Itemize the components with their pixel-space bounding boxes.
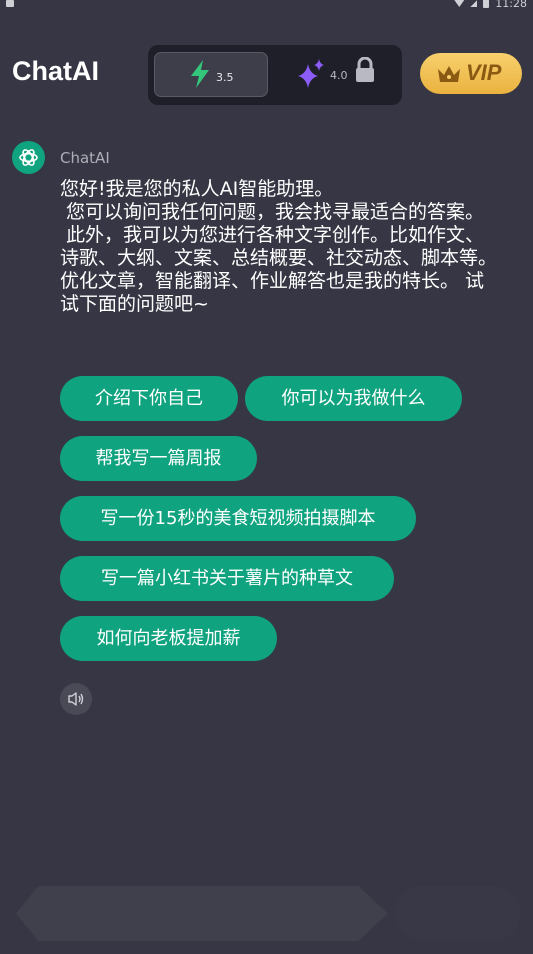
speaker-icon bbox=[68, 692, 84, 706]
send-button[interactable] bbox=[395, 886, 520, 941]
suggestion-chip[interactable]: 介绍下你自己 bbox=[60, 376, 238, 421]
model-switch: 3.5 4.0 bbox=[148, 45, 402, 105]
suggestion-chip[interactable]: 你可以为我做什么 bbox=[245, 376, 462, 421]
message-input[interactable] bbox=[16, 886, 388, 941]
lightning-icon bbox=[191, 60, 209, 88]
sender-name: ChatAI bbox=[60, 149, 110, 167]
model-3-5-label: 3.5 bbox=[216, 71, 234, 84]
battery-icon bbox=[483, 0, 490, 8]
model-4-0-button[interactable]: 4.0 bbox=[288, 52, 396, 97]
openai-logo-icon bbox=[19, 149, 38, 166]
assistant-message: 您好!我是您的私人AI智能助理。 您可以询问我任何问题，我会找寻最适合的答案。 … bbox=[60, 178, 498, 315]
chatai-avatar bbox=[12, 141, 45, 174]
speaker-button[interactable] bbox=[60, 683, 92, 715]
vip-label: VIP bbox=[466, 60, 502, 85]
status-time: 11:28 bbox=[495, 0, 527, 10]
status-bar: 11:28 bbox=[0, 0, 533, 12]
notification-icon bbox=[6, 0, 14, 7]
model-3-5-button[interactable]: 3.5 bbox=[154, 52, 268, 97]
wifi-icon bbox=[454, 0, 465, 7]
sparkle-icon bbox=[298, 59, 324, 88]
lock-icon bbox=[356, 57, 374, 82]
suggestion-chip[interactable]: 写一份15秒的美食短视频拍摄脚本 bbox=[60, 496, 416, 541]
signal-icon bbox=[470, 0, 478, 7]
crown-icon bbox=[438, 66, 460, 82]
status-icons: 11:28 bbox=[454, 0, 527, 10]
suggestion-chip[interactable]: 帮我写一篇周报 bbox=[60, 436, 257, 481]
vip-button[interactable]: VIP bbox=[420, 53, 522, 94]
model-4-0-label: 4.0 bbox=[330, 69, 348, 82]
suggestion-chip[interactable]: 写一篇小红书关于薯片的种草文 bbox=[60, 556, 394, 601]
suggestion-chip[interactable]: 如何向老板提加薪 bbox=[60, 616, 277, 661]
app-title: ChatAI bbox=[12, 56, 99, 86]
